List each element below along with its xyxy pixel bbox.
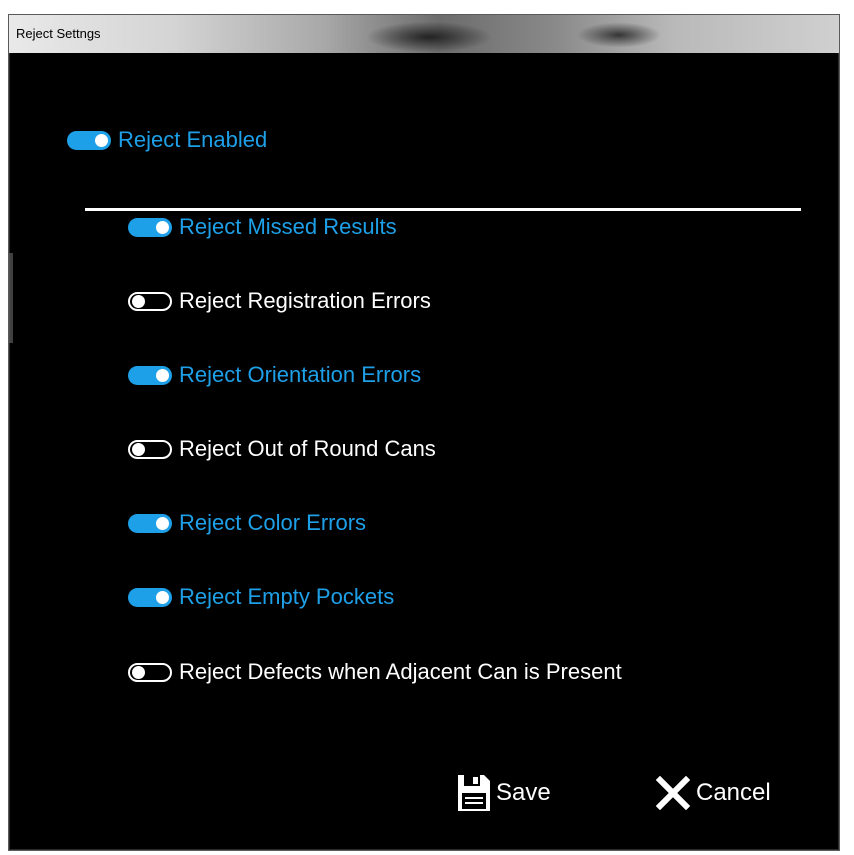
reject-missed-results-toggle[interactable]: Reject Missed Results <box>128 214 397 240</box>
toggle-switch-icon <box>128 217 172 237</box>
reject-empty-pockets-toggle[interactable]: Reject Empty Pockets <box>128 584 394 610</box>
toggle-switch-icon <box>128 291 172 311</box>
toggle-switch-icon <box>128 439 172 459</box>
reject-enabled-toggle[interactable]: Reject Enabled <box>67 127 267 153</box>
toggle-switch-icon <box>67 130 111 150</box>
option-label: Reject Color Errors <box>179 510 367 535</box>
reject-defects-adjacent-can-toggle[interactable]: Reject Defects when Adjacent Can is Pres… <box>128 659 622 685</box>
cancel-label: Cancel <box>696 779 771 806</box>
title-bar[interactable]: Reject Settngs <box>9 15 839 53</box>
reject-enabled-label: Reject Enabled <box>118 127 268 152</box>
reject-orientation-errors-toggle[interactable]: Reject Orientation Errors <box>128 362 421 388</box>
reject-color-errors-toggle[interactable]: Reject Color Errors <box>128 510 366 536</box>
option-label: Reject Registration Errors <box>179 288 431 313</box>
window-edge-shadow <box>9 253 13 343</box>
toggle-switch-icon <box>128 662 172 682</box>
floppy-disk-icon <box>456 773 492 813</box>
save-button[interactable]: Save <box>456 773 551 813</box>
section-divider <box>85 208 801 211</box>
option-label: Reject Empty Pockets <box>179 584 395 609</box>
option-label: Reject Missed Results <box>179 214 397 239</box>
option-label: Reject Defects when Adjacent Can is Pres… <box>179 659 622 684</box>
reject-settings-window: Reject Settngs Reject Enabled Reject Mis… <box>8 14 840 851</box>
cancel-button[interactable]: Cancel <box>656 776 771 810</box>
toggle-switch-icon <box>128 513 172 533</box>
save-label: Save <box>496 779 551 806</box>
reject-registration-errors-toggle[interactable]: Reject Registration Errors <box>128 288 431 314</box>
toggle-switch-icon <box>128 587 172 607</box>
close-x-icon <box>656 776 690 810</box>
reject-out-of-round-cans-toggle[interactable]: Reject Out of Round Cans <box>128 436 436 462</box>
window-title: Reject Settngs <box>16 26 101 41</box>
toggle-switch-icon <box>128 365 172 385</box>
option-label: Reject Orientation Errors <box>179 362 422 387</box>
settings-panel: Reject Enabled Reject Missed Results Rej… <box>19 53 829 840</box>
option-label: Reject Out of Round Cans <box>179 436 436 461</box>
